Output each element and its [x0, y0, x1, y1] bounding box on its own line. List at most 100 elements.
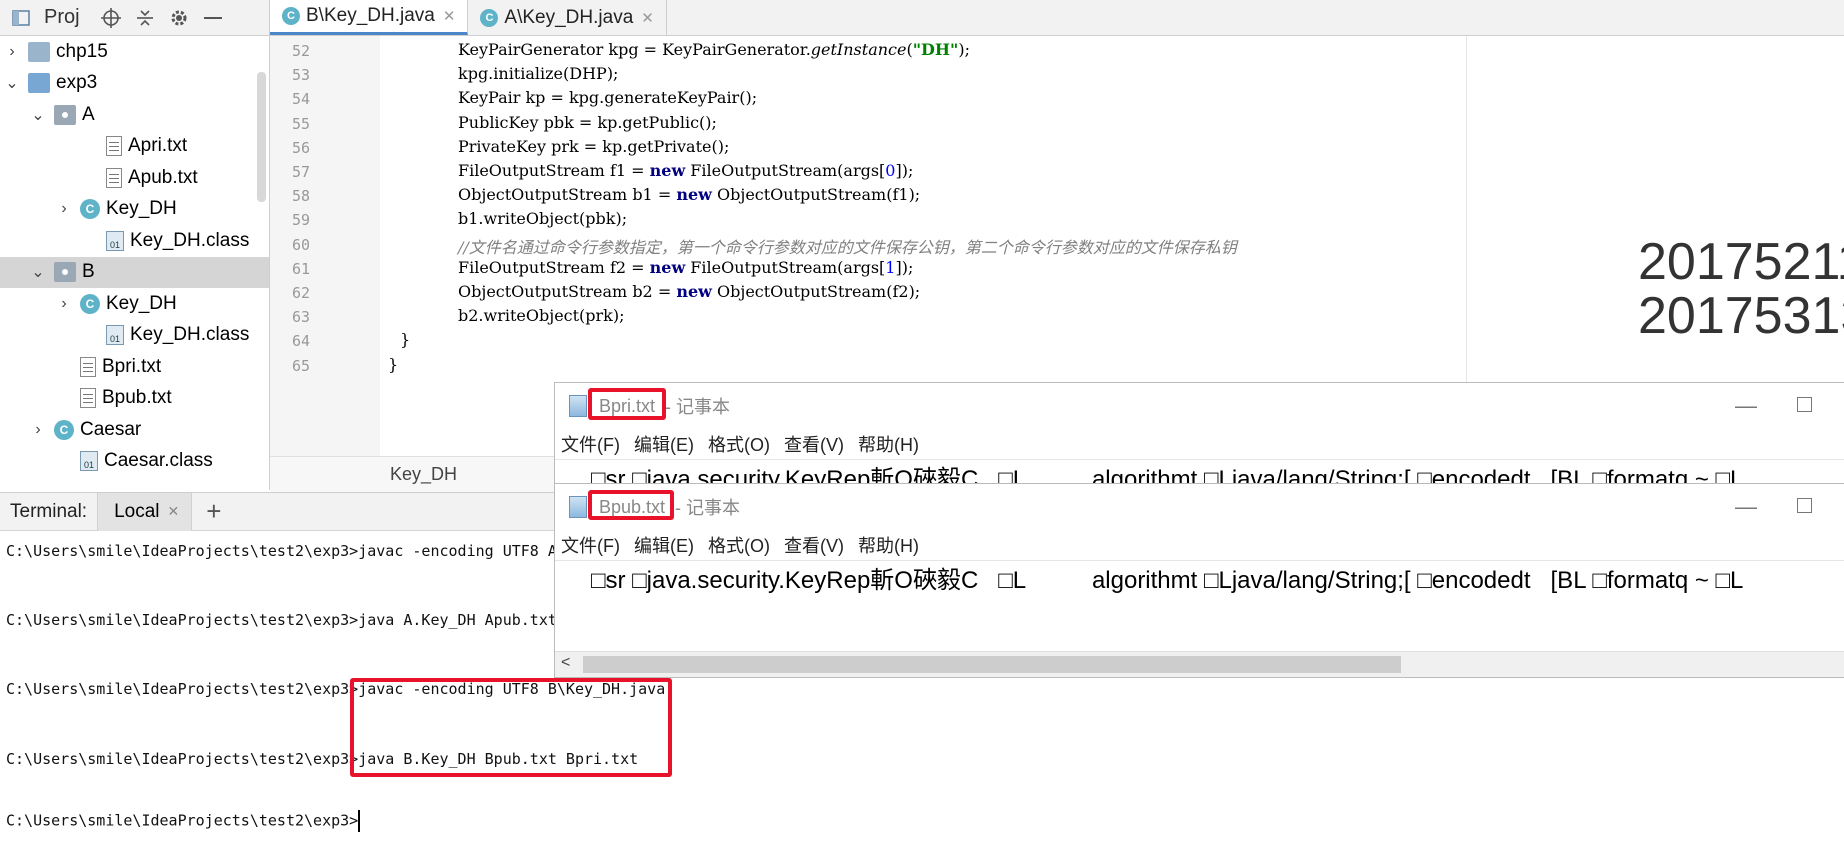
code-line[interactable]: } — [400, 330, 410, 349]
menu-edit[interactable]: 编辑(E) — [634, 431, 694, 457]
notepad-title-bar[interactable]: Bpri.txt - 记事本 — — [555, 383, 1844, 429]
notepad-window-bpri[interactable]: Bpri.txt - 记事本 — 文件(F) 编辑(E) 格式(O) 查看(V)… — [554, 382, 1844, 493]
java-class-icon: C — [80, 293, 100, 314]
menu-format[interactable]: 格式(O) — [708, 431, 770, 457]
tab-b-key-dh[interactable]: C B\Key_DH.java ✕ — [270, 0, 469, 35]
tree-item[interactable]: 01 Key_DH.class — [0, 320, 269, 351]
code-line[interactable]: KeyPairGenerator kpg = KeyPairGenerator.… — [458, 40, 970, 59]
class-file-icon: 01 — [80, 451, 98, 471]
line-number: 64 — [291, 332, 310, 351]
menu-edit[interactable]: 编辑(E) — [634, 532, 694, 558]
tree-item[interactable]: › chp15 — [0, 36, 269, 67]
project-scrollbar[interactable] — [257, 72, 266, 202]
folder-icon — [28, 41, 50, 62]
terminal-tab-label: Local — [114, 500, 160, 522]
tree-item-label: exp3 — [56, 72, 98, 93]
locate-icon[interactable] — [100, 7, 122, 29]
tree-item-label: Key_DH.class — [130, 324, 250, 345]
horizontal-scrollbar[interactable]: < — [555, 651, 1844, 677]
chevron-down-icon[interactable]: ⌄ — [30, 262, 46, 282]
menu-file[interactable]: 文件(F) — [561, 431, 620, 457]
tree-item[interactable]: Bpri.txt — [0, 351, 269, 382]
chevron-right-icon[interactable]: › — [4, 43, 20, 61]
terminal-line: C:\Users\smile\IdeaProjects\test2\exp3>j… — [6, 750, 639, 768]
notepad-app-name: - 记事本 — [665, 397, 731, 417]
tree-item[interactable]: Apri.txt — [0, 131, 269, 162]
tree-item[interactable]: 01 Caesar.class — [0, 446, 269, 477]
tree-item[interactable]: ⌄ A — [0, 99, 269, 130]
code-line[interactable]: b2.writeObject(prk); — [458, 306, 625, 325]
tree-item[interactable]: 01 Key_DH.class — [0, 225, 269, 256]
menu-help[interactable]: 帮助(H) — [858, 431, 919, 457]
project-title[interactable]: Proj — [44, 6, 80, 29]
code-line[interactable]: PrivateKey prk = kp.getPrivate(); — [458, 137, 729, 156]
terminal-tab-local[interactable]: Local ✕ — [97, 492, 193, 531]
collapse-all-icon[interactable] — [134, 7, 156, 29]
tree-item[interactable]: ⌄ exp3 — [0, 68, 269, 99]
editor-tabs: C B\Key_DH.java ✕ C A\Key_DH.java ✕ — [270, 0, 1844, 36]
code-line[interactable]: ObjectOutputStream b2 = new ObjectOutput… — [458, 282, 920, 301]
notepad-title-bar[interactable]: Bpub.txt - 记事本 — — [555, 484, 1844, 530]
line-gutter: 52 53 54 55 56 57 58 59 60 61 62 63 64 65 — [270, 36, 380, 456]
menu-view[interactable]: 查看(V) — [784, 532, 844, 558]
minimize-icon[interactable] — [202, 7, 224, 29]
code-line[interactable]: kpg.initialize(DHP); — [458, 64, 618, 83]
tree-item[interactable]: › C Key_DH — [0, 288, 269, 319]
maximize-icon[interactable] — [1797, 498, 1812, 513]
breadcrumb[interactable]: Key_DH — [390, 464, 457, 485]
close-icon[interactable]: ✕ — [641, 9, 654, 27]
gear-icon[interactable] — [168, 7, 190, 29]
code-line[interactable]: PublicKey pbk = kp.getPublic(); — [458, 113, 717, 132]
code-line[interactable]: } — [388, 355, 398, 374]
scroll-left-icon[interactable]: < — [561, 654, 570, 672]
menu-format[interactable]: 格式(O) — [708, 532, 770, 558]
notepad-text[interactable]: □sr □java.security.KeyRep斬O硤毅C □L algori… — [555, 560, 1844, 594]
tree-item-label: chp15 — [56, 40, 108, 62]
text-cursor — [358, 810, 361, 832]
scrollbar-thumb[interactable] — [583, 656, 1401, 673]
line-number: 61 — [291, 259, 310, 278]
code-line[interactable]: //文件名通过命令行参数指定，第一个命令行参数对应的文件保存公钥，第二个命令行参… — [458, 234, 1237, 258]
tree-item-label: Key_DH — [106, 292, 177, 314]
line-number: 53 — [291, 66, 310, 85]
code-line[interactable]: ObjectOutputStream b1 = new ObjectOutput… — [458, 185, 920, 204]
notepad-menu-bar: 文件(F) 编辑(E) 格式(O) 查看(V) 帮助(H) — [555, 530, 1844, 560]
close-icon[interactable]: ✕ — [168, 503, 180, 520]
tree-item-label: Key_DH — [106, 198, 177, 219]
menu-help[interactable]: 帮助(H) — [858, 532, 919, 558]
line-number: 60 — [291, 235, 310, 254]
student-id-1: 20175211 — [1638, 233, 1844, 291]
chevron-right-icon[interactable]: › — [56, 295, 72, 313]
project-view-icon[interactable] — [10, 7, 32, 29]
folder-open-icon — [28, 73, 50, 93]
chevron-right-icon[interactable]: › — [30, 421, 46, 439]
terminal-prompt-line[interactable]: C:\Users\smile\IdeaProjects\test2\exp3> — [6, 810, 361, 832]
add-terminal-icon[interactable]: + — [206, 496, 221, 527]
chevron-right-icon[interactable]: › — [56, 200, 72, 218]
java-class-icon: C — [54, 419, 74, 440]
class-file-icon: 01 — [106, 325, 124, 345]
maximize-icon[interactable] — [1797, 397, 1812, 412]
tree-item[interactable]: › C Key_DH — [0, 194, 269, 225]
tree-item[interactable]: Apub.txt — [0, 162, 269, 193]
menu-view[interactable]: 查看(V) — [784, 431, 844, 457]
line-number: 65 — [291, 356, 310, 375]
tree-item-label: Caesar — [80, 418, 142, 440]
tree-item[interactable]: › C Caesar — [0, 414, 269, 445]
minimize-icon[interactable]: — — [1735, 393, 1757, 419]
line-number: 57 — [291, 163, 310, 181]
tab-a-key-dh[interactable]: C A\Key_DH.java ✕ — [468, 0, 667, 35]
tree-item[interactable]: Bpub.txt — [0, 383, 269, 414]
notepad-window-bpub[interactable]: Bpub.txt - 记事本 — 文件(F) 编辑(E) 格式(O) 查看(V)… — [554, 483, 1844, 678]
code-line[interactable]: b1.writeObject(pbk); — [458, 209, 627, 228]
tree-item[interactable]: ⌄ B — [0, 256, 269, 288]
minimize-icon[interactable]: — — [1735, 494, 1757, 520]
code-line[interactable]: KeyPair kp = kpg.generateKeyPair(); — [458, 88, 757, 107]
chevron-down-icon[interactable]: ⌄ — [4, 73, 20, 93]
menu-file[interactable]: 文件(F) — [561, 532, 620, 558]
chevron-down-icon[interactable]: ⌄ — [30, 105, 46, 125]
code-line[interactable]: FileOutputStream f2 = new FileOutputStre… — [458, 258, 913, 277]
line-number: 52 — [291, 42, 310, 60]
close-icon[interactable]: ✕ — [443, 7, 456, 25]
code-line[interactable]: FileOutputStream f1 = new FileOutputStre… — [458, 161, 913, 180]
